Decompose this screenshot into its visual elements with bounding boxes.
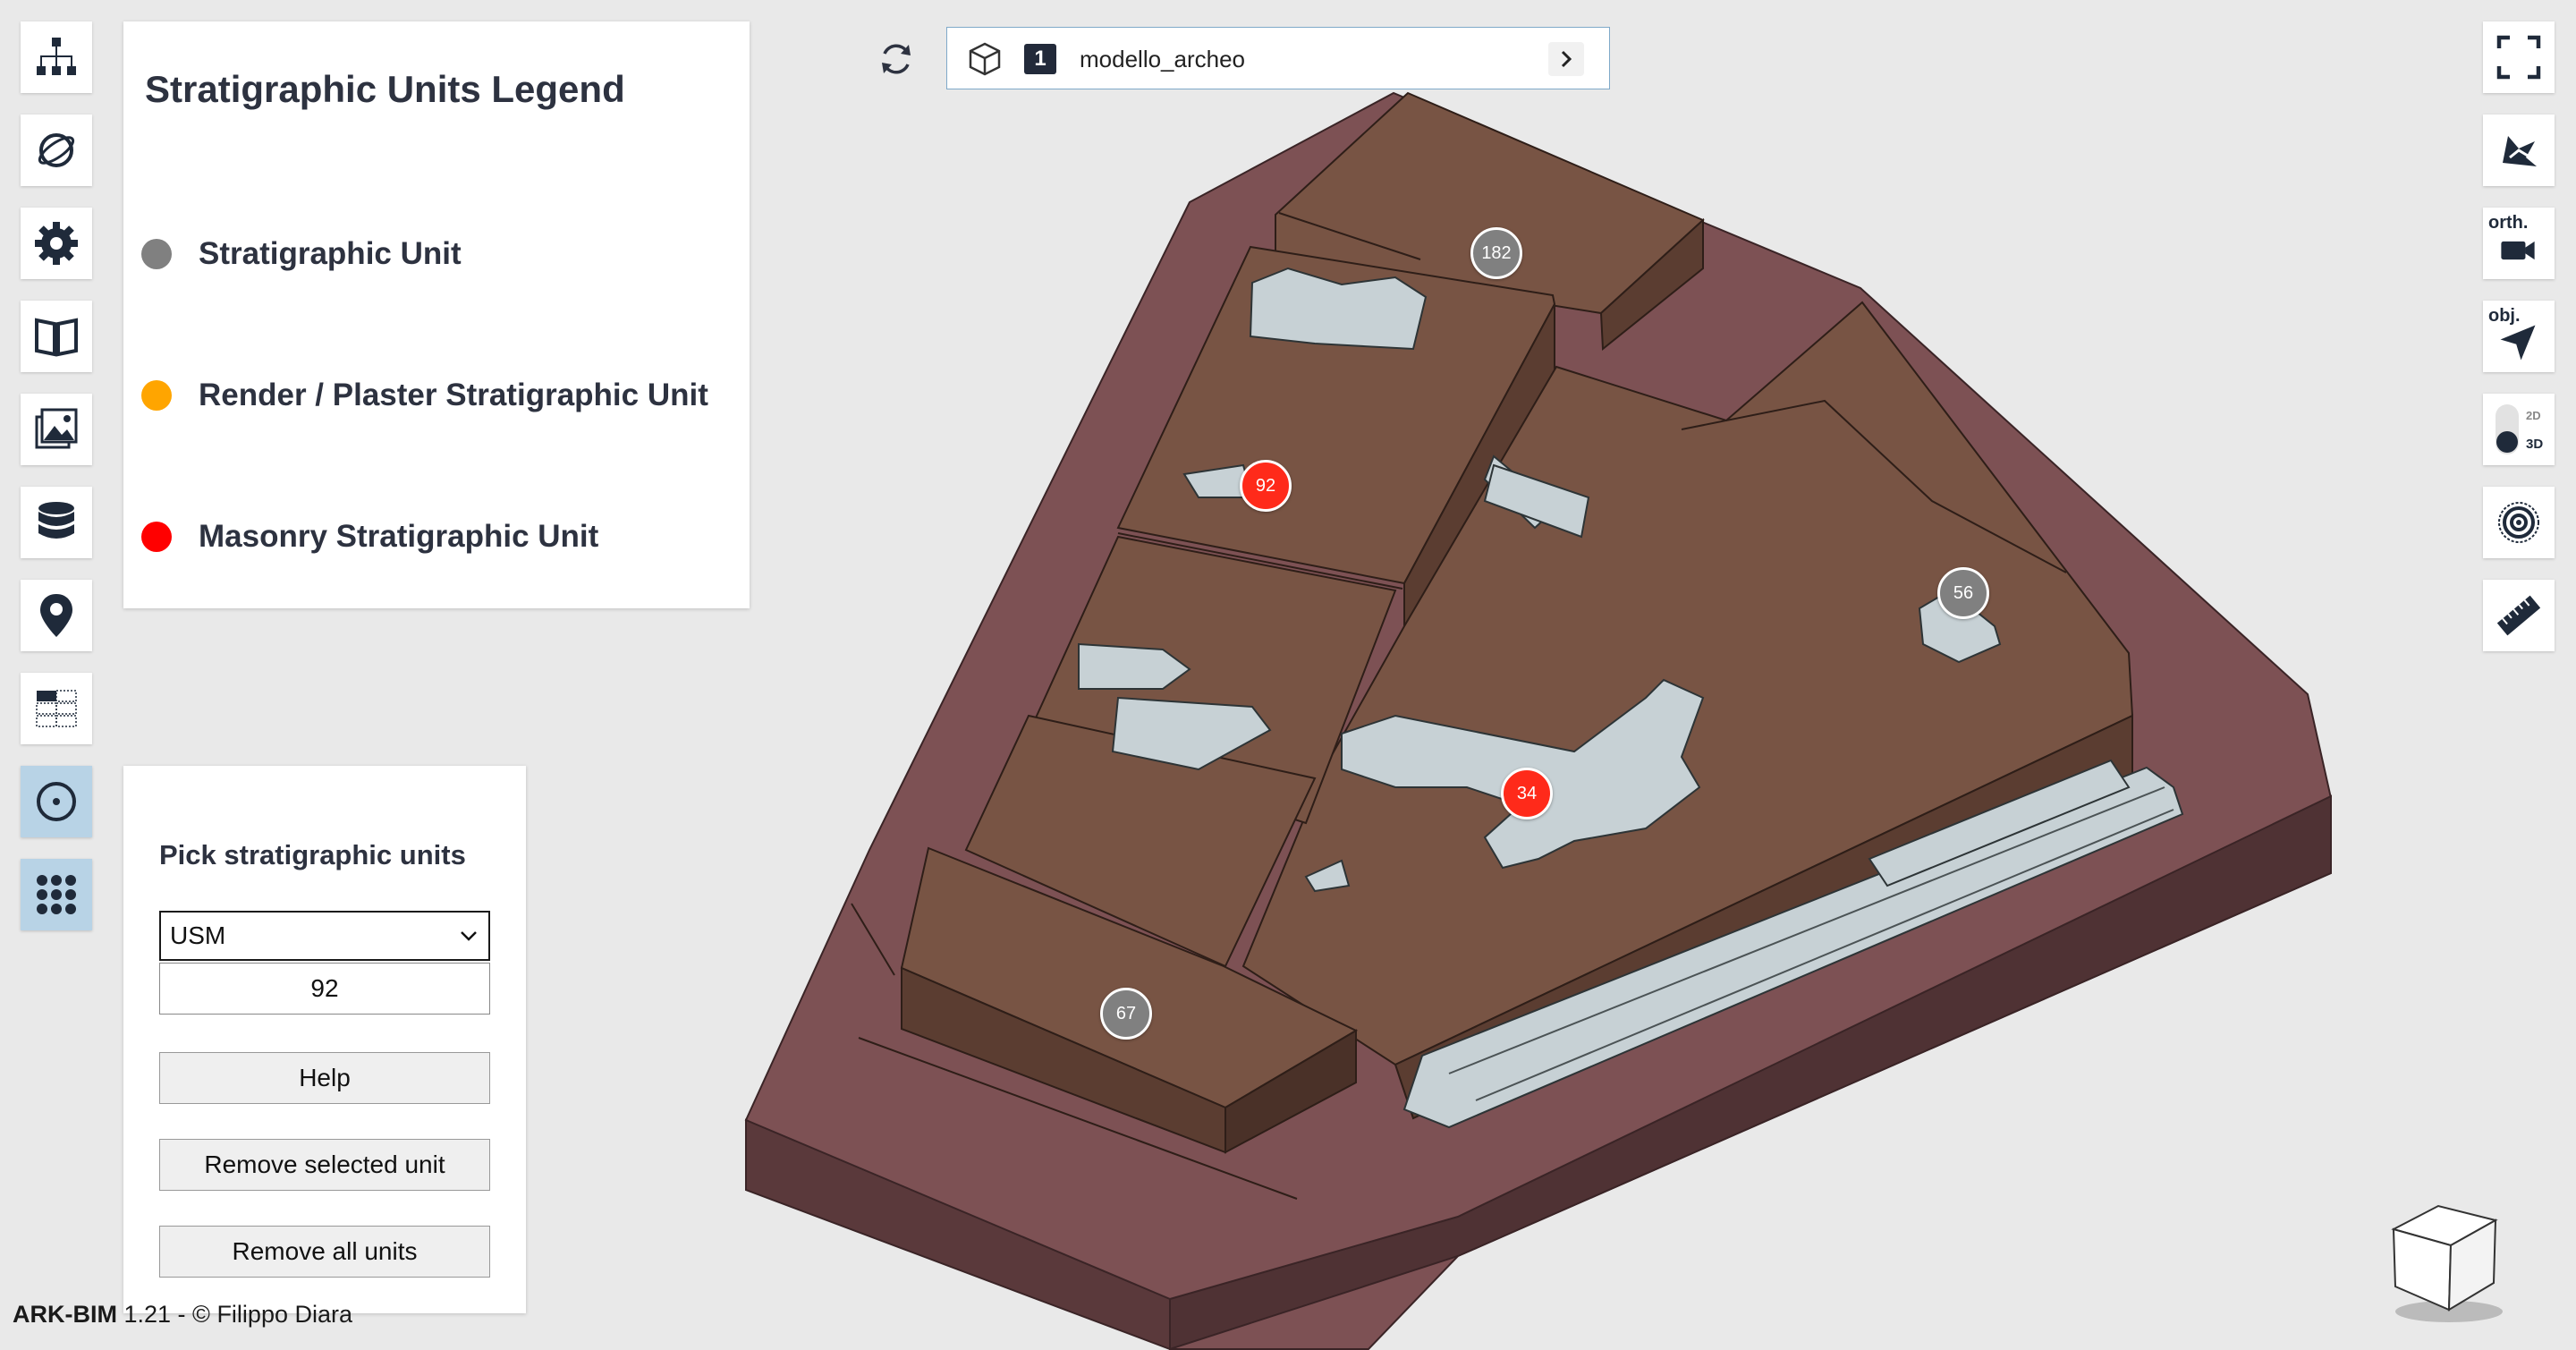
- location-button[interactable]: [21, 580, 92, 651]
- legend-item-masonry: Masonry Stratigraphic Unit: [141, 519, 598, 555]
- model-selector[interactable]: 1 modello_archeo: [946, 27, 1610, 89]
- video-camera-icon: [2501, 241, 2535, 260]
- legend-dot-orange: [141, 380, 172, 411]
- pick-units-panel: Pick stratigraphic units USM 92 Help Rem…: [123, 766, 526, 1313]
- gear-icon: [35, 222, 78, 265]
- harris-matrix-icon: [36, 690, 77, 727]
- unit-number-input[interactable]: 92: [159, 963, 490, 1015]
- open-book-icon: [35, 318, 78, 357]
- fullscreen-icon: [2496, 35, 2541, 80]
- unit-marker-92[interactable]: 92: [1240, 460, 1292, 512]
- model-next-button[interactable]: [1548, 42, 1584, 76]
- unit-type-value: USM: [170, 921, 226, 949]
- app-credit: ARK-BIM 1.21 - © Filippo Diara: [13, 1301, 352, 1329]
- images-button[interactable]: [21, 394, 92, 465]
- database-button[interactable]: [21, 487, 92, 558]
- cube-icon: [969, 42, 1001, 76]
- navigation-button[interactable]: [2483, 115, 2555, 186]
- legend-panel: Stratigraphic Units Legend Stratigraphic…: [123, 21, 750, 608]
- chevron-right-icon: [1561, 50, 1572, 68]
- unit-marker-34[interactable]: 34: [1501, 768, 1553, 819]
- model-count-badge: 1: [1024, 44, 1056, 74]
- model-name: modello_archeo: [1080, 46, 1246, 72]
- pick-units-button[interactable]: [21, 766, 92, 837]
- object-select-button[interactable]: obj.: [2483, 301, 2555, 372]
- measure-button[interactable]: [2483, 580, 2555, 651]
- unit-type-select[interactable]: USM: [159, 911, 490, 961]
- app-version: 1.21 - © Filippo Diara: [123, 1301, 353, 1328]
- fullscreen-button[interactable]: [2483, 21, 2555, 93]
- documentation-button[interactable]: [21, 301, 92, 372]
- chevron-down-icon: [461, 931, 477, 941]
- matrix-button[interactable]: [21, 673, 92, 744]
- hierarchy-button[interactable]: [21, 21, 92, 93]
- navigation-arrows-icon: [2503, 136, 2537, 166]
- globe-orbit-icon: [38, 133, 75, 167]
- location-pin-icon: [40, 594, 72, 637]
- grid-dots-icon: [37, 875, 76, 914]
- globe-button[interactable]: [21, 115, 92, 186]
- database-icon: [38, 502, 74, 539]
- legend-dot-gray: [141, 239, 172, 269]
- legend-title: Stratigraphic Units Legend: [145, 68, 625, 110]
- unit-marker-182[interactable]: 182: [1470, 227, 1522, 279]
- section-button[interactable]: [2483, 487, 2555, 558]
- toggle-label-3d: 3D: [2526, 437, 2544, 452]
- ruler-icon: [2496, 595, 2541, 636]
- image-gallery-icon: [35, 408, 78, 449]
- toggle-switch-icon: [2496, 404, 2519, 454]
- refresh-icon[interactable]: [877, 39, 916, 79]
- help-button[interactable]: Help: [159, 1052, 490, 1104]
- legend-label: Stratigraphic Unit: [199, 236, 462, 271]
- apps-button[interactable]: [21, 859, 92, 930]
- app-name: ARK-BIM: [13, 1301, 117, 1328]
- unit-marker-56[interactable]: 56: [1937, 567, 1989, 619]
- hierarchy-tree-icon: [37, 38, 76, 75]
- legend-item-stratigraphic: Stratigraphic Unit: [141, 236, 462, 272]
- toggle-label-2d: 2D: [2526, 409, 2541, 422]
- camera-mode-button[interactable]: orth.: [2483, 208, 2555, 279]
- legend-item-render-plaster: Render / Plaster Stratigraphic Unit: [141, 378, 708, 413]
- target-circle-icon: [37, 782, 76, 821]
- settings-button[interactable]: [21, 208, 92, 279]
- legend-label: Render / Plaster Stratigraphic Unit: [199, 378, 708, 412]
- cursor-arrow-icon: [2500, 325, 2536, 361]
- legend-dot-red: [141, 522, 172, 552]
- remove-all-units-button[interactable]: Remove all units: [159, 1226, 490, 1278]
- dimension-toggle[interactable]: 2D 3D: [2483, 394, 2555, 465]
- concentric-circles-icon: [2498, 502, 2539, 543]
- navigation-cube[interactable]: [2376, 1193, 2515, 1333]
- pick-panel-title: Pick stratigraphic units: [159, 839, 466, 870]
- remove-selected-unit-button[interactable]: Remove selected unit: [159, 1139, 490, 1191]
- legend-label: Masonry Stratigraphic Unit: [199, 519, 599, 554]
- unit-marker-67[interactable]: 67: [1100, 988, 1152, 1040]
